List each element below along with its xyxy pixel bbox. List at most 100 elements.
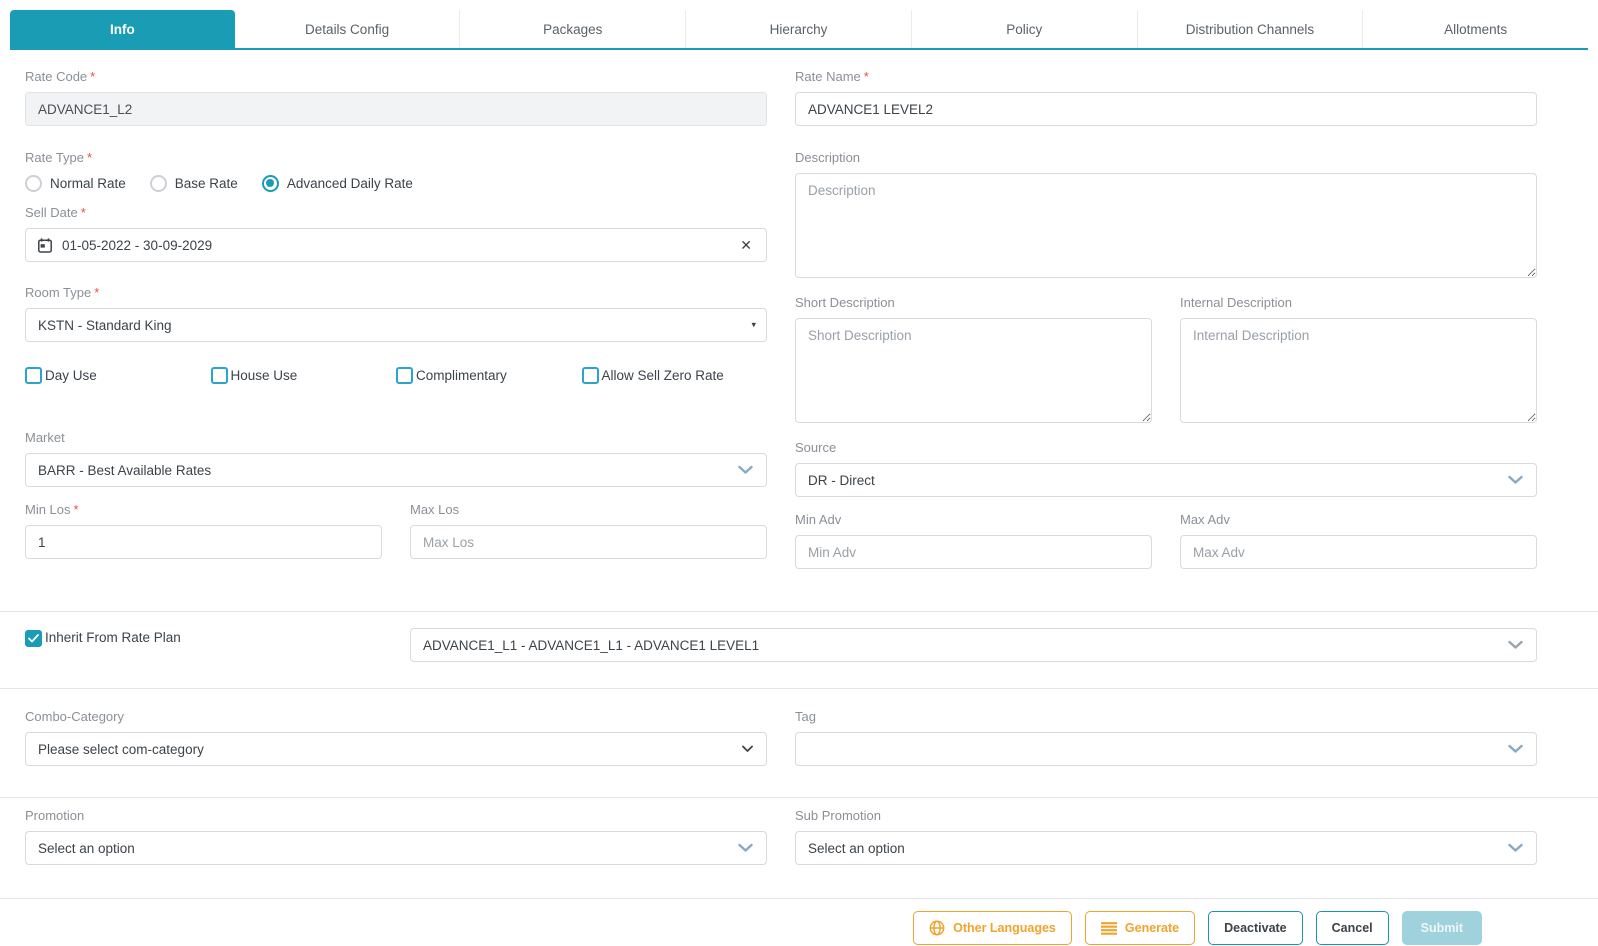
tag-group: Tag [795,709,1537,766]
tab-info[interactable]: Info [10,10,235,48]
checkbox-label: Day Use [45,367,97,383]
rate-type-label: Rate Type * [25,150,93,165]
max-los-group: Max Los [410,502,767,559]
promotion-value: Select an option [38,840,135,856]
checkbox-complimentary[interactable]: Complimentary [396,365,582,385]
tab-hierarchy[interactable]: Hierarchy [686,10,912,48]
tab-policy[interactable]: Policy [911,10,1138,48]
radio-label: Base Rate [174,175,238,191]
min-los-input[interactable] [25,525,382,559]
internal-description-label: Internal Description [1180,295,1292,310]
min-adv-group: Min Adv [795,512,1152,569]
radio-base-rate[interactable]: Base Rate [149,174,238,192]
required-asterisk: * [863,69,869,84]
combo-category-select[interactable]: Please select com-category [25,732,767,766]
checkbox-row: Day Use House Use Complimentary Allow Se… [25,365,767,385]
footer-actions: Other Languages Generate Deactivate Canc… [25,899,1537,945]
submit-label: Submit [1420,921,1463,935]
sub-promotion-value: Select an option [808,840,905,856]
radio-selected-icon [261,174,279,192]
market-group: Market BARR - Best Available Rates [25,430,767,487]
max-los-label: Max Los [410,502,460,517]
checkbox-house-use[interactable]: House Use [210,365,397,385]
max-los-input[interactable] [410,525,767,559]
checkbox-day-use[interactable]: Day Use [25,365,211,385]
inherit-rate-plan-value: ADVANCE1_L1 - ADVANCE1_L1 - ADVANCE1 LEV… [423,637,760,653]
description-label: Description [795,150,861,165]
radio-advanced-daily-rate[interactable]: Advanced Daily Rate [261,174,413,192]
adv-row: Min Adv Max Adv [795,512,1537,569]
deactivate-button[interactable]: Deactivate [1208,911,1303,945]
sub-promotion-select[interactable]: Select an option [795,831,1537,865]
short-description-textarea[interactable] [795,318,1152,423]
chevron-down-icon [738,843,753,853]
internal-description-textarea[interactable] [1180,318,1537,423]
inherit-label-text: Inherit From Rate Plan [45,630,181,645]
checkbox-icon [25,366,42,384]
market-label: Market [25,430,65,445]
max-adv-label: Max Adv [1180,512,1230,527]
checkbox-icon [581,366,599,384]
rate-name-label: Rate Name * [795,69,869,84]
chevron-down-icon [1508,744,1523,754]
sub-promotion-label: Sub Promotion [795,808,881,823]
tab-allotments[interactable]: Allotments [1363,10,1589,48]
market-select[interactable]: BARR - Best Available Rates [25,453,767,487]
tab-packages[interactable]: Packages [460,10,687,48]
tag-select[interactable] [795,732,1537,766]
info-form: Rate Code* Rate Type* Normal Rate Base R… [0,50,1598,945]
other-languages-label: Other Languages [953,921,1056,935]
cancel-button[interactable]: Cancel [1315,911,1389,945]
checkbox-icon [210,366,228,384]
calendar-icon [38,237,52,253]
source-select[interactable]: DR - Direct [795,463,1537,497]
source-label: Source [795,440,837,455]
sell-date-label: Sell Date * [25,205,86,220]
generate-button[interactable]: Generate [1084,911,1196,945]
required-asterisk: * [73,502,79,517]
combo-category-group: Combo-Category Please select com-categor… [25,709,767,766]
promotion-select[interactable]: Select an option [25,831,767,865]
globe-icon [929,920,945,936]
chevron-down-icon [1508,843,1523,853]
checkbox-checked-icon [25,630,42,647]
min-adv-input[interactable] [795,535,1152,569]
room-type-label: Room Type * [25,285,100,300]
max-adv-input[interactable] [1180,535,1537,569]
dropdown-caret-icon [742,745,753,753]
radio-circle-icon [149,174,167,192]
clear-date-icon[interactable]: ✕ [740,238,752,252]
radio-normal-rate[interactable]: Normal Rate [25,174,126,192]
required-asterisk: * [94,285,100,300]
deactivate-label: Deactivate [1224,921,1287,935]
combo-tag-row: Combo-Category Please select com-categor… [25,689,1537,766]
room-type-select[interactable]: KSTN - Standard King ▾ [25,308,767,342]
rate-name-input[interactable] [795,92,1537,126]
other-languages-button[interactable]: Other Languages [913,911,1072,945]
radio-label: Normal Rate [50,175,126,191]
inherit-from-rate-plan-checkbox[interactable]: Inherit From Rate Plan [25,628,382,647]
chevron-down-icon [738,465,753,475]
required-asterisk: * [90,69,96,84]
checkbox-allow-sell-zero-rate[interactable]: Allow Sell Zero Rate [581,365,768,385]
rate-type-radio-group: Normal Rate Base Rate Advanced Daily Rat… [25,173,767,193]
market-value: BARR - Best Available Rates [38,462,212,478]
required-asterisk: * [87,150,93,165]
tab-distribution-channels[interactable]: Distribution Channels [1137,10,1364,48]
source-value: DR - Direct [808,472,875,488]
submit-button[interactable]: Submit [1401,911,1482,945]
tab-details-config[interactable]: Details Config [234,10,461,48]
radio-label: Advanced Daily Rate [286,175,413,191]
required-asterisk: * [80,205,86,220]
sell-date-input[interactable]: 01-05-2022 - 30-09-2029 ✕ [25,228,767,262]
description-textarea[interactable] [795,173,1537,278]
min-los-label: Min Los * [25,502,79,517]
min-los-group: Min Los * [25,502,382,559]
room-type-group: Room Type * KSTN - Standard King ▾ [25,285,767,342]
chevron-down-icon [1508,640,1523,650]
max-adv-group: Max Adv [1180,512,1537,569]
checkbox-icon [396,366,413,384]
inherit-rate-plan-select[interactable]: ADVANCE1_L1 - ADVANCE1_L1 - ADVANCE1 LEV… [410,628,1537,662]
dropdown-caret-icon: ▾ [751,319,756,330]
checkbox-label: House Use [230,367,298,383]
